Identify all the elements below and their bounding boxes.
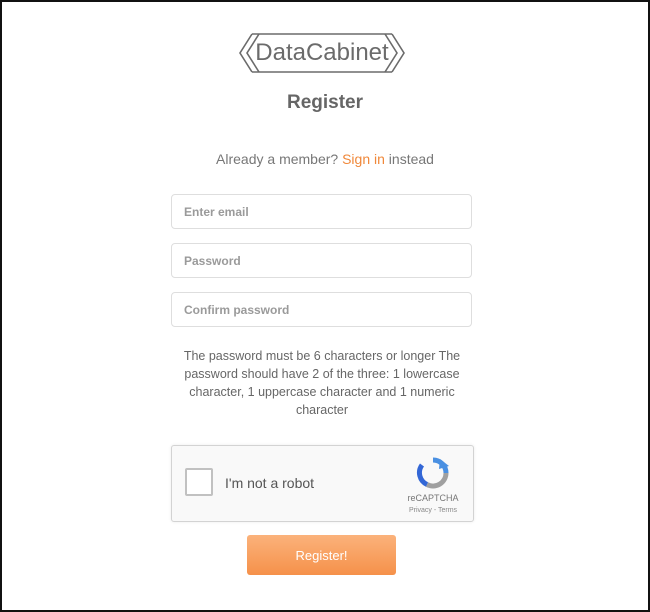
- recaptcha-links[interactable]: Privacy - Terms: [400, 507, 466, 514]
- recaptcha-checkbox[interactable]: [185, 468, 213, 496]
- datacabinet-logo: DataCabinet: [238, 32, 406, 74]
- page-title: Register: [286, 92, 364, 113]
- password-input[interactable]: [171, 243, 472, 278]
- register-button[interactable]: Register!: [247, 535, 396, 575]
- signin-prompt: Already a member? Sign in instead: [2, 151, 648, 167]
- password-requirements: The password must be 6 characters or lon…: [183, 349, 461, 417]
- recaptcha-widget: I'm not a robot reCAPTCHA Privacy - Term…: [171, 445, 474, 522]
- signin-prefix: Already a member?: [216, 151, 343, 167]
- confirm-password-input[interactable]: [171, 292, 472, 327]
- sign-in-link[interactable]: Sign in: [342, 151, 385, 167]
- email-input[interactable]: [171, 194, 472, 229]
- page-frame: DataCabinet Register Already a member? S…: [0, 0, 650, 612]
- logo-text: DataCabinet: [255, 39, 389, 66]
- recaptcha-brand: reCAPTCHA: [407, 493, 459, 503]
- recaptcha-label: I'm not a robot: [225, 475, 315, 491]
- signin-suffix: instead: [384, 151, 434, 167]
- recaptcha-icon: [416, 456, 450, 495]
